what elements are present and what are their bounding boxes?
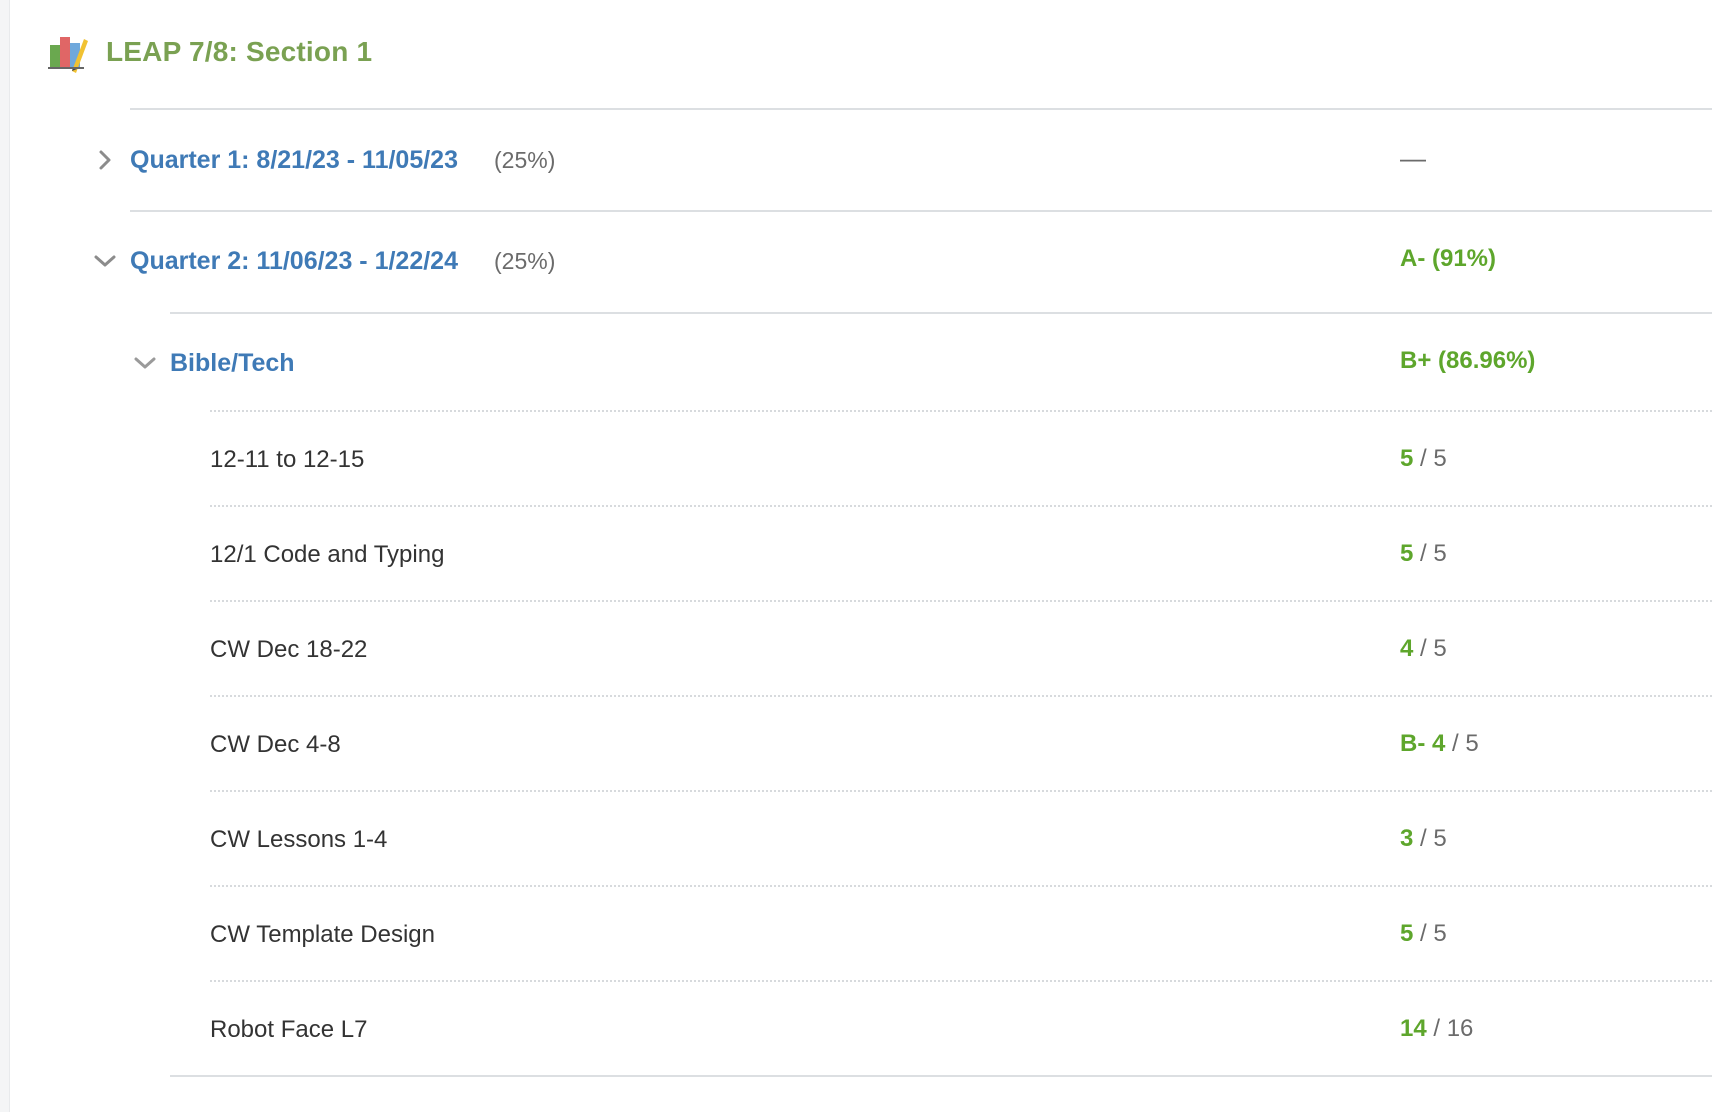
assignment-score: 5 / 5	[1400, 540, 1447, 568]
list-item: Robot Face L7	[210, 1015, 367, 1045]
period-grade: A- (91%)	[1400, 245, 1496, 273]
divider	[210, 505, 1712, 507]
gradebook-chart-icon	[48, 31, 88, 73]
period-grade: —	[1400, 143, 1426, 174]
chevron-down-icon[interactable]	[132, 350, 158, 376]
list-item: 12/1 Code and Typing	[210, 540, 444, 570]
grading-period-title[interactable]: Quarter 2: 11/06/23 - 1/22/24	[130, 247, 458, 276]
chevron-down-icon[interactable]	[92, 248, 118, 274]
divider	[210, 410, 1712, 412]
score-value: 5	[1400, 540, 1414, 567]
divider	[170, 312, 1712, 314]
score-value: 3	[1400, 825, 1414, 852]
assignment-score: 14 / 16	[1400, 1015, 1473, 1043]
category-grade: B+ (86.96%)	[1400, 347, 1535, 375]
divider	[210, 980, 1712, 982]
score-total: / 5	[1420, 540, 1447, 567]
divider	[130, 210, 1712, 212]
score-total: / 5	[1420, 635, 1447, 662]
left-edge-strip	[0, 0, 10, 1112]
list-item: CW Dec 18-22	[210, 635, 367, 665]
score-value: B- 4	[1400, 730, 1446, 757]
divider	[210, 885, 1712, 887]
assignment-title[interactable]: CW Lessons 1-4	[210, 826, 387, 854]
list-item: 12-11 to 12-15	[210, 445, 364, 475]
chevron-right-icon[interactable]	[92, 147, 118, 173]
divider	[210, 790, 1712, 792]
assignment-title[interactable]: CW Template Design	[210, 921, 435, 949]
assignment-score: 5 / 5	[1400, 445, 1447, 473]
list-item: CW Lessons 1-4	[210, 825, 387, 855]
assignment-score: 4 / 5	[1400, 635, 1447, 663]
score-value: 4	[1400, 635, 1414, 662]
score-total: / 5	[1420, 825, 1447, 852]
assignment-title[interactable]: Robot Face L7	[210, 1016, 367, 1044]
divider	[210, 695, 1712, 697]
score-total: / 16	[1433, 1015, 1474, 1042]
period-grade-value: A- (91%)	[1400, 245, 1497, 272]
score-total: / 5	[1420, 445, 1447, 472]
assignment-score: 5 / 5	[1400, 920, 1447, 948]
divider	[170, 1075, 1712, 1077]
score-value: 14	[1400, 1015, 1427, 1042]
divider	[130, 108, 1712, 110]
grading-period-row-q2: Quarter 2: 11/06/23 - 1/22/24 (25%)	[130, 245, 555, 277]
course-header: LEAP 7/8: Section 1	[48, 28, 372, 76]
grading-period-weight: (25%)	[494, 146, 556, 173]
grading-period-title[interactable]: Quarter 1: 8/21/23 - 11/05/23	[130, 146, 458, 175]
grading-period-weight: (25%)	[494, 247, 556, 274]
gradebook-page: LEAP 7/8: Section 1 Quarter 1: 8/21/23 -…	[0, 0, 1712, 1112]
score-total: / 5	[1420, 920, 1447, 947]
score-value: 5	[1400, 445, 1414, 472]
period-grade-value: —	[1400, 143, 1426, 173]
category-grade-value: B+ (86.96%)	[1400, 347, 1536, 374]
assignment-score: B- 4 / 5	[1400, 730, 1479, 758]
course-title[interactable]: LEAP 7/8: Section 1	[106, 36, 372, 68]
grading-period-row-q1: Quarter 1: 8/21/23 - 11/05/23 (25%)	[130, 144, 555, 176]
list-item: CW Dec 4-8	[210, 730, 341, 760]
divider	[210, 600, 1712, 602]
assignment-score: 3 / 5	[1400, 825, 1447, 853]
assignment-title[interactable]: CW Dec 4-8	[210, 731, 341, 759]
assignment-title[interactable]: CW Dec 18-22	[210, 636, 367, 664]
category-title[interactable]: Bible/Tech	[170, 349, 295, 378]
category-row: Bible/Tech	[170, 347, 295, 379]
assignment-title[interactable]: 12-11 to 12-15	[210, 446, 364, 474]
list-item: CW Template Design	[210, 920, 435, 950]
assignment-title[interactable]: 12/1 Code and Typing	[210, 541, 444, 569]
score-value: 5	[1400, 920, 1414, 947]
score-total: / 5	[1452, 730, 1479, 757]
